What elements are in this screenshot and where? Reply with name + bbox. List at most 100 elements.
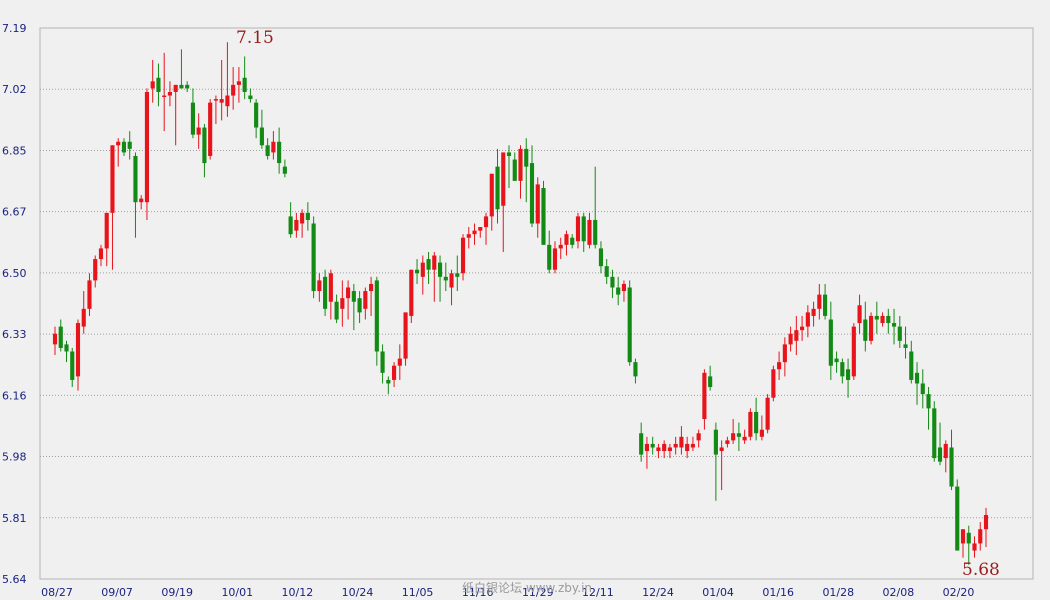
candle-body — [621, 283, 627, 292]
candle-body — [834, 358, 839, 363]
candle-body — [104, 212, 109, 249]
candle — [541, 180, 546, 245]
candle — [771, 365, 776, 402]
candle-body — [552, 248, 558, 270]
x-tick-label: 01/28 — [822, 586, 854, 599]
candle — [208, 99, 213, 160]
candle-body — [58, 326, 63, 348]
candle-body — [920, 383, 925, 395]
candle-body — [167, 91, 173, 96]
y-tick-label: 7.19 — [2, 22, 27, 35]
candle-body — [725, 440, 730, 444]
candle-body — [173, 84, 178, 92]
low-label: 5.68 — [962, 560, 1000, 580]
candle-body — [604, 266, 609, 277]
candle-body — [581, 216, 586, 242]
candle-body — [840, 362, 845, 377]
candle-body — [242, 77, 247, 92]
candle-body — [547, 244, 552, 270]
candle — [627, 280, 632, 366]
y-tick-label: 5.81 — [2, 512, 27, 525]
candle-body — [300, 212, 305, 224]
candle-body — [265, 145, 270, 156]
candle-body — [800, 326, 805, 331]
candle-body — [748, 411, 753, 437]
candle-body — [110, 145, 115, 213]
candle-body — [610, 276, 615, 288]
candle-body — [679, 436, 684, 448]
y-tick-label: 5.64 — [2, 573, 27, 586]
y-tick-label: 6.16 — [2, 389, 27, 402]
candle-body — [736, 433, 741, 437]
candle-body — [535, 184, 540, 224]
candle-body — [403, 312, 408, 359]
y-tick-label: 6.33 — [2, 328, 27, 341]
x-tick-label: 08/27 — [41, 586, 73, 599]
candle-body — [633, 362, 638, 377]
candle-body — [437, 262, 443, 277]
candle-body — [754, 411, 759, 434]
candle-body — [891, 323, 897, 327]
candle-body — [369, 283, 374, 292]
x-tick-label: 09/19 — [161, 586, 193, 599]
candle-body — [386, 379, 391, 384]
candle-body — [334, 301, 339, 320]
candle-body — [87, 280, 92, 309]
candle-body — [127, 141, 132, 149]
candle-body — [346, 287, 351, 299]
candle-body — [880, 315, 885, 324]
candle-body — [311, 223, 316, 292]
candle-body — [259, 127, 264, 146]
candle-body — [70, 351, 75, 380]
x-tick-label: 02/08 — [883, 586, 915, 599]
candle-body — [432, 255, 437, 270]
y-tick-label: 6.67 — [2, 206, 27, 219]
candle-body — [277, 141, 282, 164]
candle-body — [196, 127, 201, 135]
candle-body — [414, 269, 420, 274]
candle-body — [139, 198, 144, 203]
candle-body — [857, 305, 862, 324]
x-tick-label: 12/24 — [642, 586, 674, 599]
candle — [868, 312, 874, 345]
candle-body — [288, 216, 293, 235]
candle — [748, 408, 753, 441]
y-tick-label: 7.02 — [2, 83, 27, 96]
y-tick-label: 6.85 — [2, 144, 27, 157]
candle-body — [587, 219, 592, 245]
candle-body — [805, 312, 810, 327]
candle-body — [937, 447, 943, 462]
x-tick-label: 10/12 — [282, 586, 314, 599]
candle-body — [966, 532, 971, 544]
candle-body — [541, 187, 546, 245]
candle-body — [782, 344, 787, 363]
candle-body — [662, 443, 667, 452]
candle-body — [478, 227, 483, 231]
x-tick-label: 10/01 — [221, 586, 253, 599]
candle-body — [575, 216, 581, 242]
candle-body — [690, 443, 695, 448]
candle-body — [98, 248, 104, 260]
candle-body — [81, 308, 86, 327]
candle — [851, 323, 856, 380]
candle-body — [328, 273, 333, 302]
candle-body — [460, 237, 466, 274]
high-label: 7.15 — [236, 28, 274, 48]
candle-body — [794, 330, 799, 341]
candle — [144, 88, 150, 220]
candle-body — [650, 443, 655, 448]
candle-body — [317, 280, 322, 292]
candle-body — [185, 84, 190, 89]
candle-body — [466, 234, 471, 238]
candle-body — [616, 287, 621, 295]
candle-body — [512, 159, 517, 181]
candle-body — [489, 173, 494, 217]
candlestick-chart: 7.19 7.02 6.85 6.67 6.50 6.33 6.16 5.98 5.81 5.64… — [2, 22, 1034, 599]
candle-body — [685, 443, 690, 452]
candle-body — [823, 294, 828, 316]
candle-body — [363, 291, 368, 309]
candle-body — [593, 219, 598, 245]
candle-body — [449, 273, 454, 288]
candle — [311, 216, 316, 299]
candle-body — [340, 298, 345, 309]
